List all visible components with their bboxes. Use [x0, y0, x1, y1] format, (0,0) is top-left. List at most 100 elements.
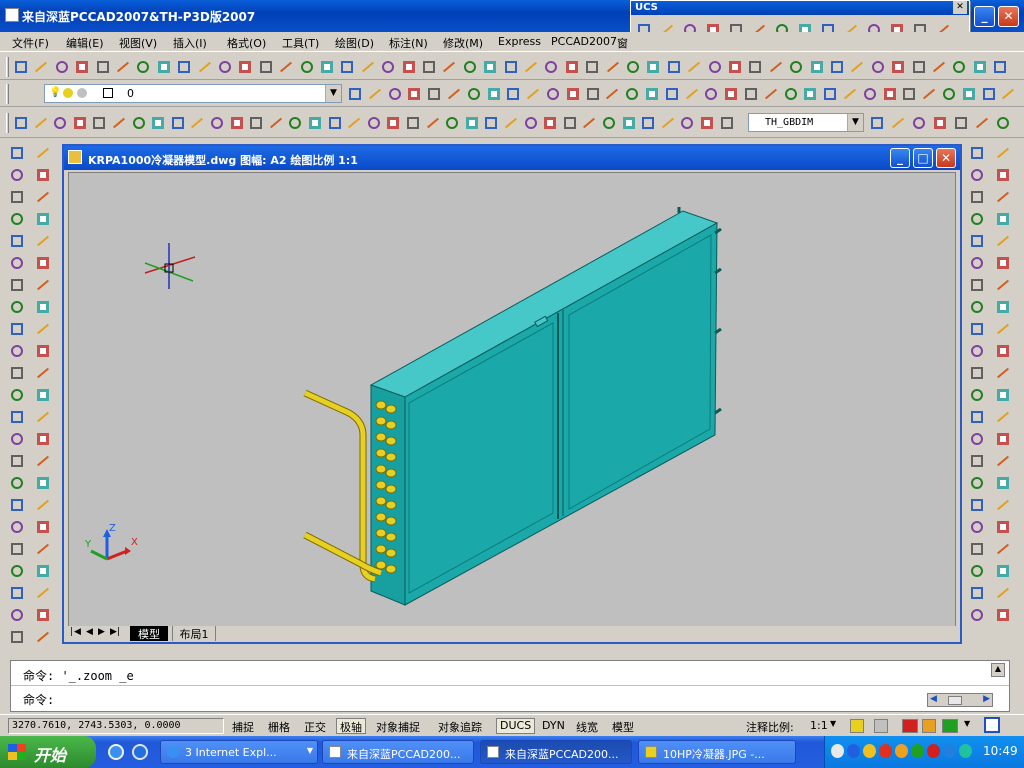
standard-tool-icon-1[interactable]: [12, 58, 30, 76]
menu-pccad[interactable]: PCCAD2007: [551, 35, 617, 48]
solid-tool-icon-13[interactable]: [968, 276, 986, 294]
draw-tool-icon-6[interactable]: [34, 188, 52, 206]
dimension-tool-icon-4[interactable]: [71, 114, 89, 132]
draw-tool-icon-15[interactable]: [8, 298, 26, 316]
status-toggle-6[interactable]: 对象追踪: [434, 718, 486, 734]
standard-tool-icon-49[interactable]: [991, 58, 1009, 76]
ucs-toolbar-close-button[interactable]: ✕: [953, 1, 967, 14]
layer-tool-icon-21[interactable]: [742, 85, 760, 103]
layer-tool-icon-26[interactable]: [841, 85, 859, 103]
solid-tool-icon-39[interactable]: [968, 562, 986, 580]
standard-tool-icon-24[interactable]: [481, 58, 499, 76]
ie-quicklaunch-icon[interactable]: [108, 744, 124, 760]
dimension-tool-icon-24[interactable]: [463, 114, 481, 132]
standard-tool-icon-14[interactable]: [277, 58, 295, 76]
solid-tool-icon-32[interactable]: [994, 474, 1012, 492]
standard-tool-icon-20[interactable]: [400, 58, 418, 76]
lock-icon[interactable]: [922, 719, 936, 733]
solid-tool-icon-28[interactable]: [994, 430, 1012, 448]
dimension-tool-icon-6[interactable]: [110, 114, 128, 132]
layer-tool-icon-20[interactable]: [722, 85, 740, 103]
menu-edit[interactable]: 编辑(E): [66, 35, 104, 51]
standard-tool-icon-45[interactable]: [910, 58, 928, 76]
draw-tool-icon-20[interactable]: [34, 342, 52, 360]
dimension-tool-icon-2[interactable]: [32, 114, 50, 132]
standard-tool-icon-41[interactable]: [828, 58, 846, 76]
layer-tool-icon-14[interactable]: [603, 85, 621, 103]
tray-icon-1[interactable]: [831, 744, 844, 758]
annotation-visibility-icon[interactable]: [850, 719, 864, 733]
draw-tool-icon-12[interactable]: [34, 254, 52, 272]
standard-tool-icon-3[interactable]: [53, 58, 71, 76]
draw-tool-icon-32[interactable]: [34, 474, 52, 492]
layer-tool-icon-28[interactable]: [881, 85, 899, 103]
solid-tool-icon-23[interactable]: [968, 386, 986, 404]
tray-icon-2[interactable]: [847, 744, 860, 758]
status-toggle-5[interactable]: 对象捕捉: [372, 718, 424, 734]
solid-tool-icon-21[interactable]: [968, 364, 986, 382]
layer-tool-icon-16[interactable]: [643, 85, 661, 103]
start-button[interactable]: 开始: [0, 736, 96, 768]
dimension-tool-icon-25[interactable]: [482, 114, 500, 132]
draw-tool-icon-14[interactable]: [34, 276, 52, 294]
standard-tool-icon-34[interactable]: [685, 58, 703, 76]
drawing-close-button[interactable]: ✕: [936, 148, 956, 168]
solid-tool-icon-37[interactable]: [968, 540, 986, 558]
command-prompt[interactable]: 命令:: [23, 691, 54, 708]
task-internet-explorer[interactable]: 3 Internet Expl... ▼: [160, 740, 318, 764]
draw-tool-icon-9[interactable]: [8, 232, 26, 250]
standard-tool-icon-29[interactable]: [583, 58, 601, 76]
layer-tool-icon-7[interactable]: [465, 85, 483, 103]
autoscale-icon[interactable]: [874, 719, 888, 733]
layer-tool-icon-13[interactable]: [584, 85, 602, 103]
standard-tool-icon-7[interactable]: [134, 58, 152, 76]
standard-tool-icon-28[interactable]: [563, 58, 581, 76]
draw-tool-icon-3[interactable]: [8, 166, 26, 184]
dimension-tool-icon-1[interactable]: [12, 114, 30, 132]
dimension-tool-icon-8[interactable]: [149, 114, 167, 132]
draw-tool-icon-34[interactable]: [34, 496, 52, 514]
standard-tool-icon-36[interactable]: [726, 58, 744, 76]
menu-file[interactable]: 文件(F): [12, 35, 49, 51]
menu-window[interactable]: 窗: [617, 35, 628, 51]
solid-tool-icon-11[interactable]: [968, 254, 986, 272]
solid-tool-icon-41[interactable]: [968, 584, 986, 602]
dimension-tool-icon-9[interactable]: [169, 114, 187, 132]
standard-tool-icon-38[interactable]: [767, 58, 785, 76]
layer-tool-icon-9[interactable]: [504, 85, 522, 103]
standard-tool-icon-15[interactable]: [298, 58, 316, 76]
clean-screen-icon[interactable]: [984, 717, 1000, 733]
standard-tool-icon-13[interactable]: [257, 58, 275, 76]
tab-model[interactable]: 模型: [130, 626, 168, 641]
draw-tool-icon-44[interactable]: [34, 606, 52, 624]
solid-tool-icon-43[interactable]: [968, 606, 986, 624]
dimension-tool-icon-15[interactable]: [286, 114, 304, 132]
close-button[interactable]: ✕: [998, 6, 1019, 27]
solid-tool-icon-5[interactable]: [968, 188, 986, 206]
solid-tool-icon-6[interactable]: [994, 188, 1012, 206]
tab-layout1[interactable]: 布局1: [172, 626, 216, 641]
standard-tool-icon-16[interactable]: [318, 58, 336, 76]
drawing-minimize-button[interactable]: _: [890, 148, 910, 168]
draw-tool-icon-25[interactable]: [8, 408, 26, 426]
layer-tool-icon-29[interactable]: [900, 85, 918, 103]
draw-tool-icon-46[interactable]: [34, 628, 52, 646]
draw-tool-icon-18[interactable]: [34, 320, 52, 338]
draw-tool-icon-31[interactable]: [8, 474, 26, 492]
draw-tool-icon-17[interactable]: [8, 320, 26, 338]
dimension-tool-icon-35[interactable]: [678, 114, 696, 132]
standard-tool-icon-40[interactable]: [808, 58, 826, 76]
annotation-scale-value[interactable]: 1:1: [810, 719, 828, 732]
inquiry-tool-icon-6[interactable]: [973, 114, 991, 132]
solid-tool-icon-38[interactable]: [994, 540, 1012, 558]
solid-tool-icon-3[interactable]: [968, 166, 986, 184]
menu-insert[interactable]: 插入(I): [173, 35, 207, 51]
solid-tool-icon-8[interactable]: [994, 210, 1012, 228]
standard-tool-icon-11[interactable]: [216, 58, 234, 76]
dimension-tool-icon-37[interactable]: [718, 114, 736, 132]
standard-tool-icon-35[interactable]: [706, 58, 724, 76]
layer-tool-icon-25[interactable]: [821, 85, 839, 103]
dimension-tool-icon-26[interactable]: [502, 114, 520, 132]
dimension-tool-icon-34[interactable]: [659, 114, 677, 132]
dimstyle-dropdown[interactable]: TH_GBDIM ▼: [748, 113, 864, 132]
